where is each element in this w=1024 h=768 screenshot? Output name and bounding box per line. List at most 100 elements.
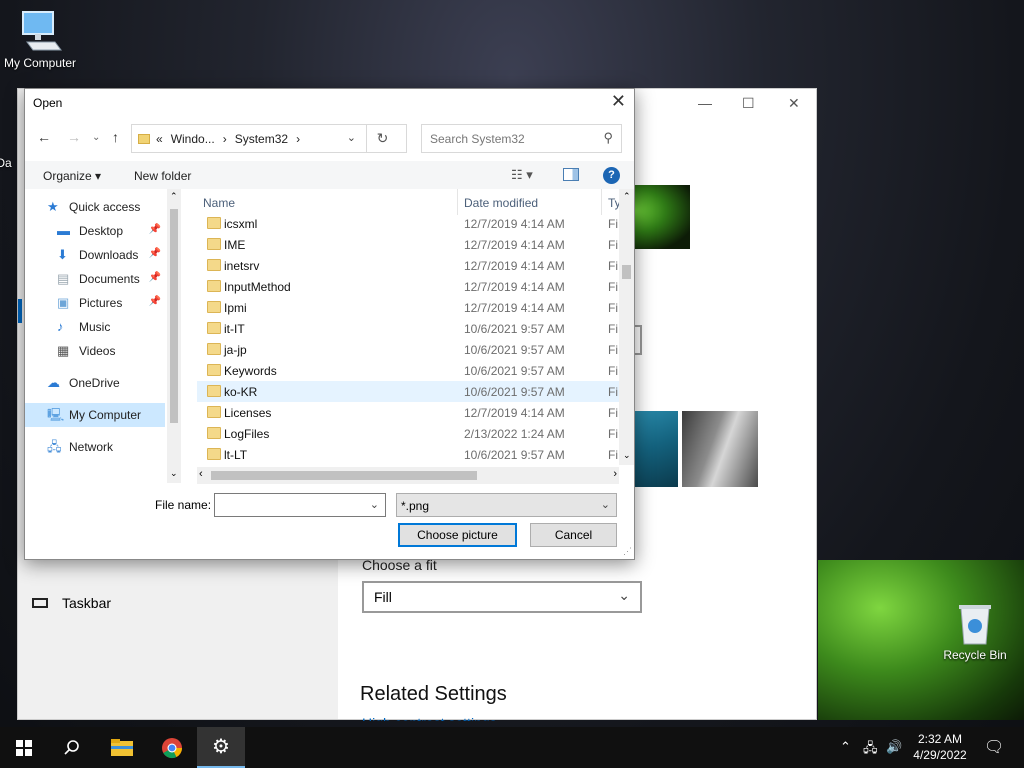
open-dialog: Open ✕ ← → ⌄ ↑ « Windo... › System32 › ⌄… (24, 88, 635, 560)
nav-item-videos[interactable]: ▦ Videos (25, 339, 165, 363)
file-row[interactable]: ja-jp 10/6/2021 9:57 AM Fi (197, 339, 619, 360)
nav-scrollbar-thumb[interactable] (170, 209, 178, 423)
network-icon: 🖧 (47, 439, 62, 454)
chevron-down-icon[interactable]: ⌄ (370, 498, 379, 511)
nav-item-pictures[interactable]: ▣ Pictures 📌 (25, 291, 165, 315)
forward-arrow-icon[interactable]: → (67, 129, 81, 145)
file-row[interactable]: LogFiles 2/13/2022 1:24 AM Fi (197, 423, 619, 444)
search-button[interactable] (48, 727, 96, 768)
file-type: Fi (608, 238, 618, 252)
column-header-name[interactable]: Name (203, 196, 235, 210)
minimize-button[interactable]: — (698, 95, 712, 111)
scroll-right-icon[interactable]: › (613, 468, 617, 480)
file-name: IME (224, 238, 246, 252)
recent-image-cliff[interactable] (682, 411, 758, 487)
notifications-icon[interactable]: 🗨 (984, 737, 1004, 757)
nav-item-desktop[interactable]: ▬ Desktop 📌 (25, 219, 165, 243)
scroll-down-icon[interactable]: ⌄ (623, 450, 631, 461)
scroll-down-icon[interactable]: ⌄ (170, 468, 178, 479)
sidebar-item-taskbar[interactable]: Taskbar (32, 595, 111, 611)
desktop-icon-recycle-bin[interactable]: Recycle Bin (935, 602, 1015, 662)
nav-item-label: Pictures (79, 296, 123, 310)
chevron-down-icon[interactable]: ⌄ (347, 131, 356, 144)
file-date-modified: 10/6/2021 9:57 AM (464, 385, 565, 399)
start-button[interactable] (0, 727, 48, 768)
file-row[interactable]: Keywords 10/6/2021 9:57 AM Fi (197, 360, 619, 381)
nav-item-onedrive[interactable]: ☁ OneDrive (25, 371, 165, 395)
file-list-hscrollbar-thumb[interactable] (211, 471, 477, 480)
column-header-type[interactable]: Ty (608, 196, 619, 210)
search-placeholder: Search System32 (430, 132, 525, 146)
chrome-button[interactable] (148, 727, 196, 768)
nav-item-quick-access[interactable]: ★ Quick access (25, 195, 165, 219)
address-segment[interactable]: System32 (235, 132, 288, 146)
file-row[interactable]: ko-KR 10/6/2021 9:57 AM Fi (197, 381, 619, 402)
recent-locations-chevron-icon[interactable]: ⌄ (92, 132, 100, 143)
file-row[interactable]: icsxml 12/7/2019 4:14 AM Fi (197, 213, 619, 234)
file-list-hscrollbar[interactable]: ‹ › (197, 467, 619, 484)
refresh-icon[interactable]: ↻ (366, 125, 398, 152)
up-arrow-icon[interactable]: ↑ (112, 129, 119, 145)
pin-icon: 📌 (148, 296, 161, 307)
address-segment[interactable]: Windo... (171, 132, 215, 146)
address-overflow[interactable]: « (156, 132, 163, 146)
file-name: Licenses (224, 406, 272, 420)
organize-button[interactable]: Organize ▾ (43, 169, 101, 183)
clock[interactable]: 2:32 AM 4/29/2022 (908, 731, 972, 763)
nav-item-downloads[interactable]: ⬇ Downloads 📌 (25, 243, 165, 267)
column-header-date[interactable]: Date modified (464, 196, 538, 210)
settings-button[interactable]: ⚙ (197, 727, 245, 768)
back-arrow-icon[interactable]: ← (37, 129, 51, 145)
file-type-select[interactable]: *.png ⌄ (396, 493, 617, 517)
file-date-modified: 10/6/2021 9:57 AM (464, 364, 565, 378)
volume-icon[interactable]: 🔊 (886, 739, 902, 755)
file-list-scrollbar-thumb[interactable] (622, 265, 631, 279)
cancel-button[interactable]: Cancel (530, 523, 617, 547)
fit-dropdown[interactable]: Fill ⌄ (362, 581, 642, 613)
file-row[interactable]: IME 12/7/2019 4:14 AM Fi (197, 234, 619, 255)
column-separator[interactable] (457, 189, 458, 215)
resize-grip-icon[interactable]: ⋰ (623, 546, 632, 557)
file-row[interactable]: Ipmi 12/7/2019 4:14 AM Fi (197, 297, 619, 318)
file-name: inetsrv (224, 259, 260, 273)
help-icon[interactable]: ? (603, 167, 620, 184)
scroll-up-icon[interactable]: ⌃ (623, 191, 631, 202)
nav-item-network[interactable]: 🖧 Network (25, 435, 165, 459)
nav-item-my-computer[interactable]: 🖳 My Computer (25, 403, 165, 427)
scroll-left-icon[interactable]: ‹ (199, 468, 203, 480)
file-date-modified: 10/6/2021 9:57 AM (464, 322, 565, 336)
scroll-up-icon[interactable]: ⌃ (170, 191, 178, 202)
search-input[interactable]: Search System32 ⚲ (421, 124, 622, 153)
chrome-icon (162, 737, 183, 758)
choose-picture-button[interactable]: Choose picture (398, 523, 517, 547)
new-folder-button[interactable]: New folder (134, 169, 191, 183)
nav-item-documents[interactable]: ▤ Documents 📌 (25, 267, 165, 291)
file-row[interactable]: inetsrv 12/7/2019 4:14 AM Fi (197, 255, 619, 276)
file-row[interactable]: it-IT 10/6/2021 9:57 AM Fi (197, 318, 619, 339)
close-icon[interactable]: ✕ (611, 91, 626, 112)
column-separator[interactable] (601, 189, 602, 215)
preview-pane-icon[interactable] (563, 168, 579, 181)
chevron-up-icon[interactable]: ⌃ (840, 739, 851, 755)
file-row[interactable]: InputMethod 12/7/2019 4:14 AM Fi (197, 276, 619, 297)
address-bar[interactable]: « Windo... › System32 › ⌄ ↻ (131, 124, 407, 153)
close-button[interactable]: ✕ (788, 95, 800, 112)
file-explorer-icon (111, 738, 133, 756)
nav-item-music[interactable]: ♪ Music (25, 315, 165, 339)
nav-scrollbar[interactable]: ⌃ ⌄ (167, 189, 181, 483)
dialog-toolbar: Organize ▾ New folder ☷ ▾ ? (25, 161, 634, 189)
download-arrow-icon: ⬇ (57, 247, 68, 262)
file-row[interactable]: Licenses 12/7/2019 4:14 AM Fi (197, 402, 619, 423)
file-explorer-button[interactable] (98, 727, 146, 768)
file-type-value: *.png (401, 499, 430, 513)
file-list-scrollbar[interactable]: ⌃ ⌄ (619, 189, 634, 465)
file-date-modified: 12/7/2019 4:14 AM (464, 217, 565, 231)
network-tray-icon[interactable]: 🖧 (863, 739, 878, 761)
settings-partial-link[interactable]: High contrast settings (362, 713, 497, 721)
desktop-icon-my-computer[interactable]: My Computer (0, 8, 80, 70)
folder-icon (207, 322, 221, 334)
file-name-input[interactable]: ⌄ (214, 493, 386, 517)
maximize-button[interactable]: ☐ (742, 95, 755, 112)
view-options-icon[interactable]: ☷ ▾ (511, 167, 533, 183)
file-row[interactable]: lt-LT 10/6/2021 9:57 AM Fi (197, 444, 619, 465)
